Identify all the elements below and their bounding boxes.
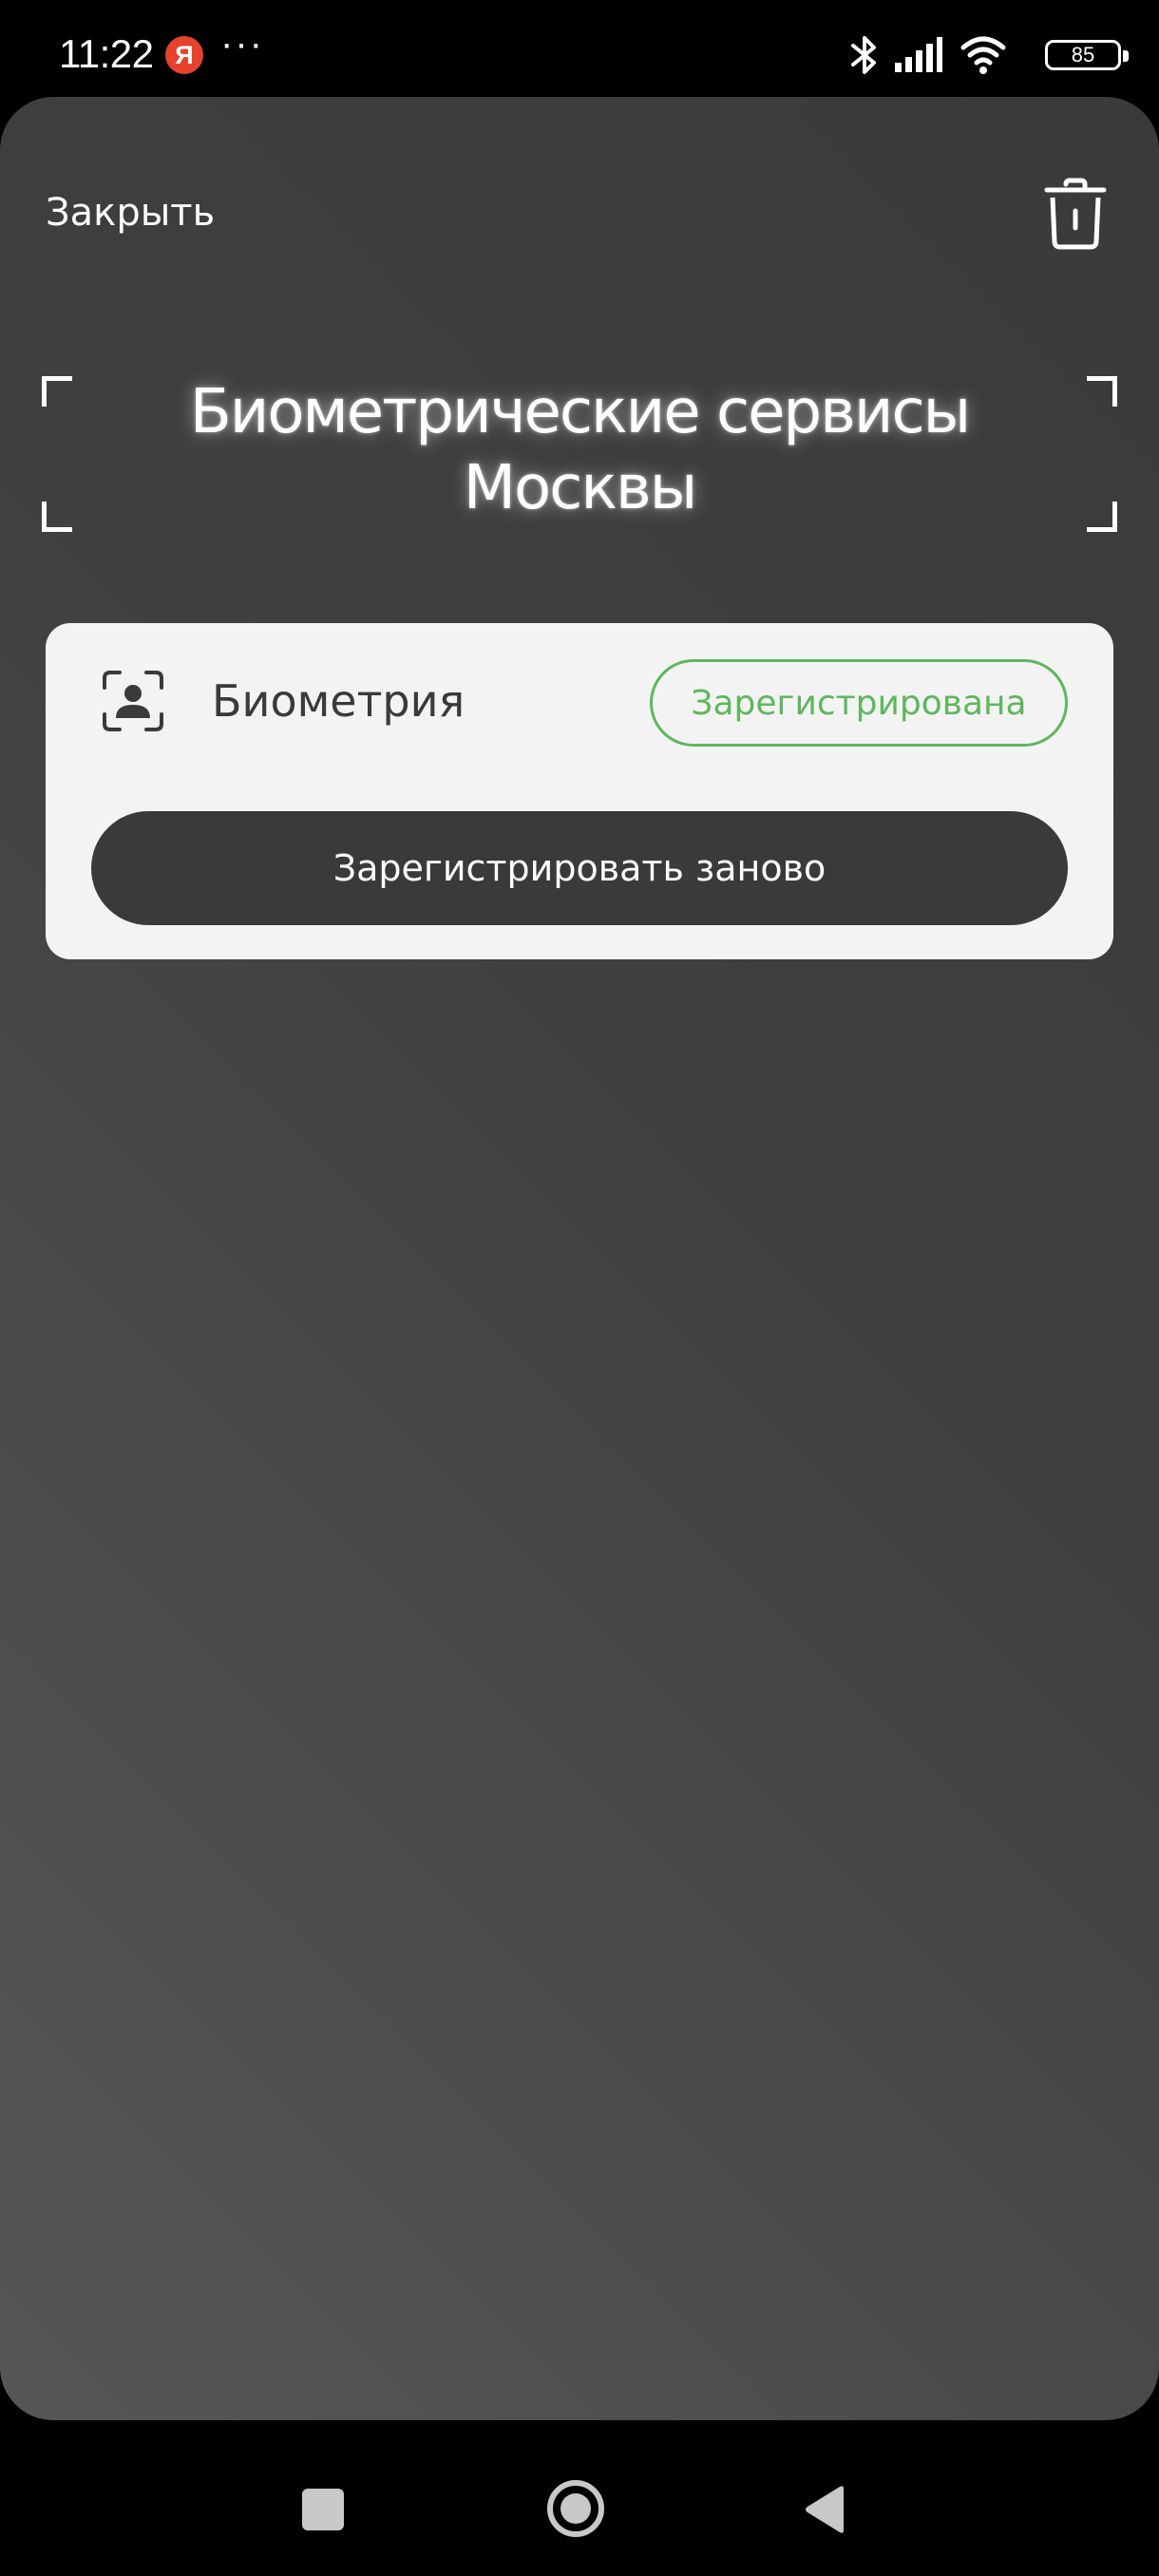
home-icon[interactable] [546, 2479, 605, 2538]
page-title-text: Биометрические сервисы Москвы [95, 374, 1064, 526]
yandex-notification-icon: Я [165, 36, 203, 74]
navigation-bar [0, 2420, 1159, 2576]
status-badge: Зарегистрирована [650, 659, 1068, 747]
more-notifications-indicator: ··· [220, 23, 264, 65]
signal-icon [895, 37, 942, 72]
frame-corner-top-left [42, 376, 72, 407]
status-bar: 11:22 Я ··· 85 [0, 0, 1159, 99]
biometry-label: Биометрия [212, 675, 466, 727]
trash-icon [1044, 178, 1107, 250]
status-icons: 85 [846, 32, 1129, 78]
frame-corner-bottom-left [42, 502, 72, 532]
battery-icon: 85 [1045, 40, 1129, 70]
wifi-icon [960, 36, 1006, 74]
reregister-button[interactable]: Зарегистрировать заново [91, 811, 1068, 925]
page-title-line-1: Биометрические сервисы [189, 377, 971, 447]
close-button[interactable]: Закрыть [46, 184, 215, 241]
delete-button[interactable] [1041, 177, 1110, 253]
page-title: Биометрические сервисы Москвы [38, 372, 1121, 536]
battery-tip [1123, 50, 1129, 62]
page-title-line-2: Москвы [463, 453, 697, 523]
bluetooth-icon [851, 36, 876, 74]
battery-level: 85 [1071, 43, 1095, 66]
screen: 11:22 Я ··· 85 Закрыть Биометрические се… [0, 0, 1159, 2576]
back-icon[interactable] [804, 2485, 846, 2534]
frame-corner-top-right [1087, 376, 1117, 407]
face-scan-icon [103, 671, 163, 731]
main-sheet: Закрыть Биометрические сервисы Москвы Би… [0, 97, 1159, 2420]
recents-icon[interactable] [302, 2489, 344, 2530]
biometry-card: Биометрия Зарегистрирована Зарегистриров… [46, 623, 1113, 959]
status-time: 11:22 [59, 31, 154, 76]
frame-corner-bottom-right [1087, 502, 1117, 532]
